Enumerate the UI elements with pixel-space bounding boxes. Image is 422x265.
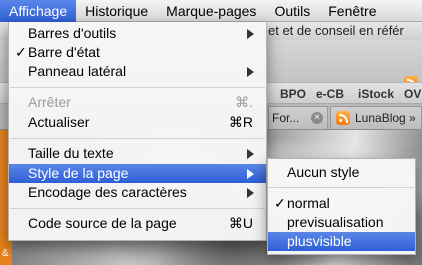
checkmark-icon: ✓: [15, 44, 27, 60]
submenu-item-previsualisation[interactable]: previsualisation: [268, 213, 415, 232]
window-title: et et de conseil en référ: [268, 23, 404, 38]
menu-item-label: Panneau latéral: [28, 63, 127, 79]
menu-item-label: Taille du texte: [28, 145, 114, 161]
menu-item-arreter: Arrêter ⌘.: [9, 93, 266, 112]
menu-shortcut: ⌘R: [228, 114, 253, 130]
menu-item-label: normal: [287, 195, 330, 211]
menu-item-label: previsualisation: [287, 214, 384, 230]
bookmark-item[interactable]: iStock: [358, 83, 394, 105]
menu-item-label: Barres d'outils: [28, 25, 117, 41]
submenu-arrow-icon: [247, 67, 254, 77]
menu-item-label: Aucun style: [287, 164, 360, 180]
menu-item-encodage[interactable]: Encodage des caractères: [9, 183, 266, 202]
menubar-affichage[interactable]: Affichage: [0, 0, 77, 22]
tab-lunablog[interactable]: LunaBlog »: [330, 106, 422, 129]
tab-label: LunaBlog »: [355, 111, 416, 125]
submenu-item-aucun-style[interactable]: Aucun style: [268, 163, 415, 182]
close-icon[interactable]: ×: [311, 112, 323, 124]
menu-item-code-source[interactable]: Code source de la page ⌘U: [9, 214, 266, 233]
menubar-historique[interactable]: Historique: [76, 0, 157, 22]
menu-item-actualiser[interactable]: Actualiser ⌘R: [9, 113, 266, 132]
menu-item-panneau-lateral[interactable]: Panneau latéral: [9, 62, 266, 81]
menu-item-style-page[interactable]: Style de la page: [9, 164, 266, 183]
tab-for[interactable]: For... ×: [268, 106, 328, 129]
menu-item-label: Encodage des caractères: [28, 184, 187, 200]
menu-shortcut: ⌘.: [235, 94, 253, 110]
side-strip-text: &: [2, 248, 9, 259]
menu-item-barres-outils[interactable]: Barres d'outils: [9, 24, 266, 43]
menu-item-taille-texte[interactable]: Taille du texte: [9, 144, 266, 163]
checkmark-icon: ✓: [274, 195, 286, 211]
menubar-fenetre[interactable]: Fenêtre: [319, 0, 385, 22]
rss-feed-icon: [336, 111, 350, 125]
menu-item-label: plusvisible: [287, 233, 352, 249]
menu-separator: [269, 187, 414, 188]
bookmark-item[interactable]: e-CB: [316, 83, 344, 105]
submenu-arrow-icon: [247, 169, 254, 179]
style-page-submenu: Aucun style ✓ normal previsualisation pl…: [267, 158, 416, 255]
submenu-arrow-icon: [247, 188, 254, 198]
menu-separator: [10, 138, 265, 139]
menu-shortcut: ⌘U: [228, 215, 253, 231]
menu-item-label: Barre d'état: [28, 44, 100, 60]
submenu-item-normal[interactable]: ✓ normal: [268, 194, 415, 213]
affichage-menu: Barres d'outils ✓ Barre d'état Panneau l…: [8, 22, 267, 241]
tab-label: For...: [272, 111, 300, 125]
menu-item-label: Style de la page: [28, 165, 129, 181]
submenu-arrow-icon: [247, 149, 254, 159]
menu-separator: [10, 87, 265, 88]
menubar-marque-pages[interactable]: Marque-pages: [157, 0, 265, 22]
submenu-arrow-icon: [247, 29, 254, 39]
menu-item-label: Code source de la page: [28, 215, 177, 231]
menu-separator: [10, 208, 265, 209]
menu-item-label: Actualiser: [28, 114, 90, 130]
submenu-item-plusvisible[interactable]: plusvisible: [268, 232, 415, 251]
bookmark-item[interactable]: OV: [404, 83, 421, 105]
menu-item-label: Arrêter: [28, 94, 71, 110]
bookmark-item[interactable]: BPO: [280, 83, 306, 105]
menubar: Affichage Historique Marque-pages Outils…: [0, 0, 422, 22]
menubar-outils[interactable]: Outils: [265, 0, 319, 22]
menu-item-barre-etat[interactable]: ✓ Barre d'état: [9, 43, 266, 62]
